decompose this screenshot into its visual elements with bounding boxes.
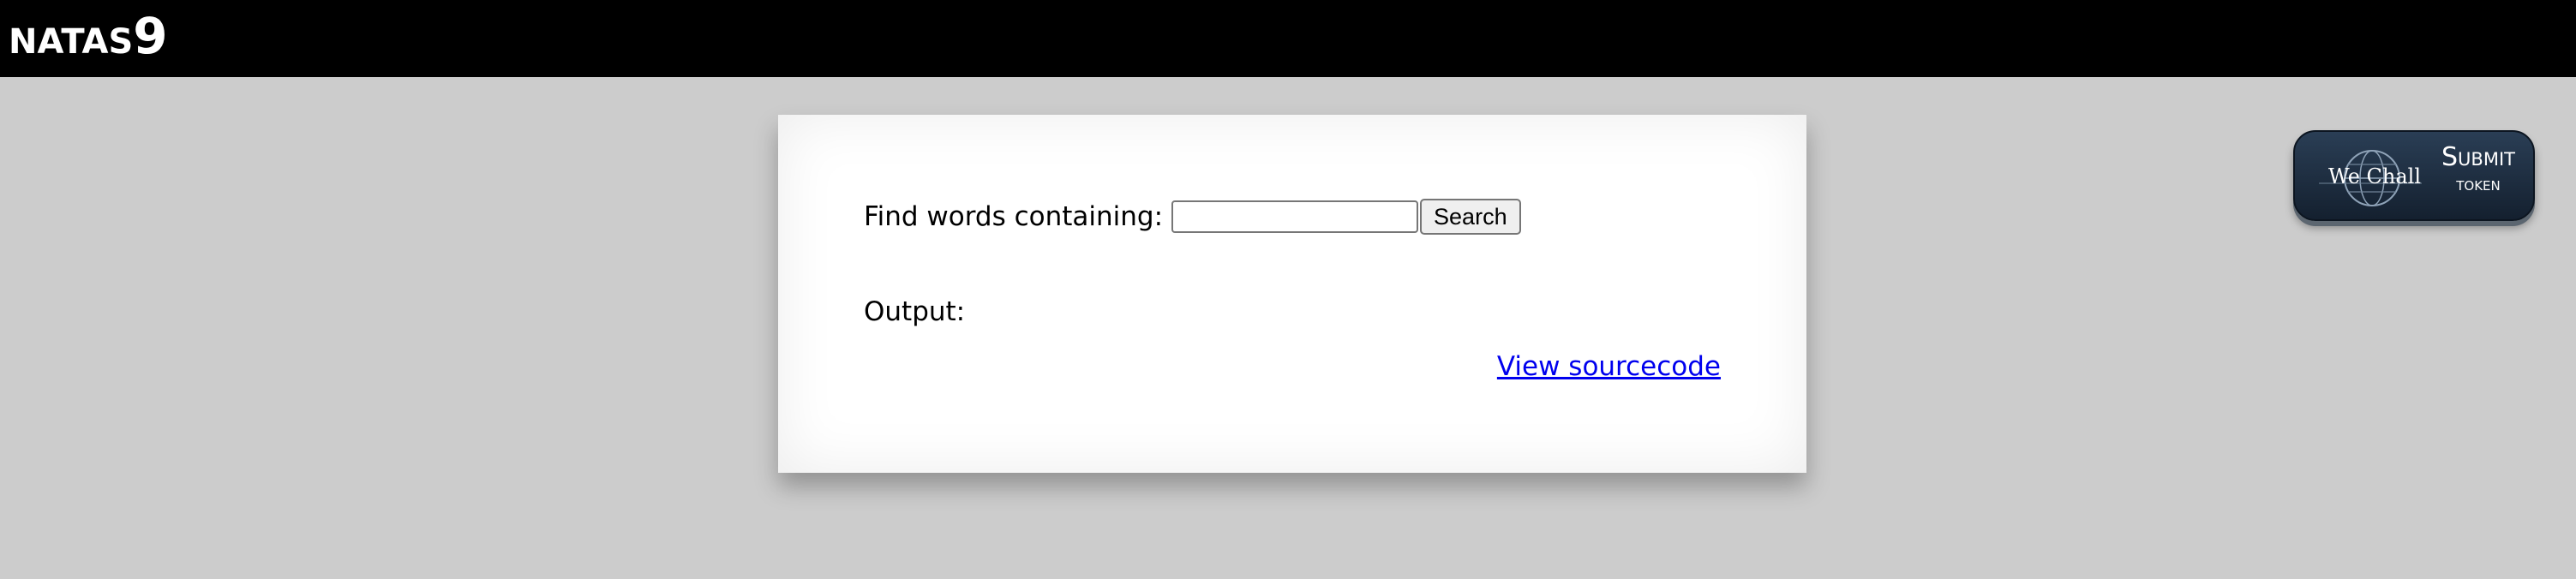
search-input[interactable] (1171, 200, 1419, 233)
content-panel: Find words containing: Search Output: Vi… (778, 115, 1806, 473)
submit-token-line1: Submit (2441, 142, 2515, 172)
submit-token-line2: token (2456, 174, 2501, 195)
top-bar: NATAS9 (0, 0, 2576, 77)
logo-text: We Chall (2327, 164, 2422, 188)
page-title: NATAS9 (9, 0, 168, 77)
title-prefix: NATAS (9, 22, 134, 62)
view-sourcecode-link[interactable]: View sourcecode (1497, 351, 1721, 382)
search-form: Find words containing: Search (864, 199, 1521, 235)
title-number: 9 (133, 7, 168, 65)
output-label: Output: (864, 296, 966, 327)
wechall-logo: We Chall (2319, 146, 2422, 209)
submit-token-button[interactable]: We Chall Submit token (2293, 130, 2535, 221)
search-button[interactable]: Search (1420, 199, 1521, 235)
search-label: Find words containing: (864, 201, 1164, 232)
submit-token-label: Submit token (2427, 144, 2530, 199)
